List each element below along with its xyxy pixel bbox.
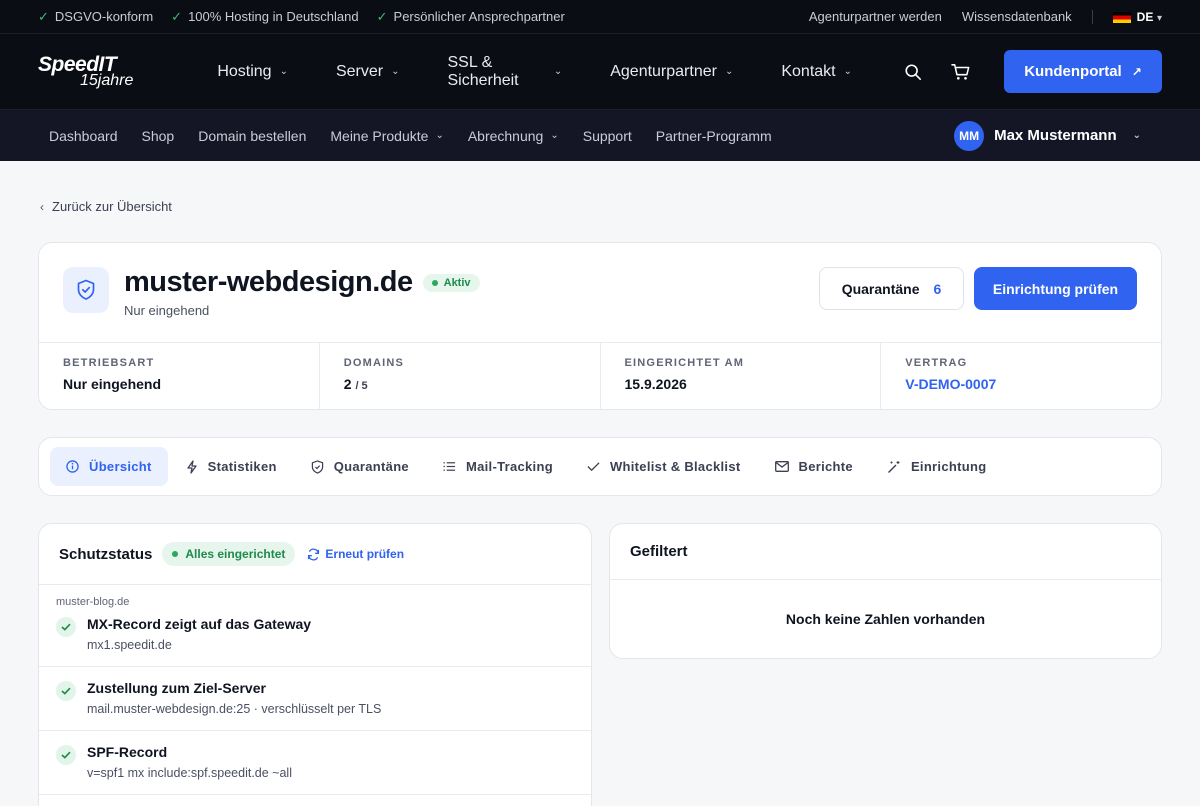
cart-icon[interactable] [948,59,974,85]
check-icon: ✓ [38,8,49,24]
recheck-button[interactable]: Erneut prüfen [307,547,404,561]
page-subtitle: Nur eingehend [124,302,210,318]
tab-whitelist-blacklist[interactable]: Whitelist & Blacklist [571,447,757,486]
check-item-spf: SPF-Record v=spf1 mx include:spf.speedit.… [39,731,591,795]
subnav-partner-program[interactable]: Partner-Programm [656,128,772,144]
nav-hosting[interactable]: Hosting ⌄ [217,54,288,90]
customer-portal-button[interactable]: Kundenportal ↗ [1004,50,1162,93]
chevron-down-icon: ⌄ [550,130,559,141]
tab-overview[interactable]: Übersicht [50,447,168,486]
nav-ssl[interactable]: SSL & Sicherheit ⌄ [447,54,562,90]
portal-subnav: Dashboard Shop Domain bestellen Meine Pr… [0,110,1200,161]
check-circle-icon [56,745,76,765]
check-item-delivery: Zustellung zum Ziel-Server mail.muster-we… [39,667,591,731]
page-title: muster-webdesign.de [124,266,413,298]
stat-contract: VERTRAG V-DEMO-0007 [881,343,1161,410]
envelope-icon [774,461,789,472]
german-flag-icon [1112,12,1131,24]
check-circle-icon [56,617,76,637]
stat-setup-date: EINGERICHTET AM 15.9.2026 [601,343,882,410]
subnav-shop[interactable]: Shop [142,128,175,144]
tab-quarantine[interactable]: Quarantäne [295,447,425,486]
language-switcher[interactable]: DE ▾ [1112,9,1162,24]
check-item-mx: MX-Record zeigt auf das Gateway mx1.speed… [39,608,591,667]
product-header-card: muster-webdesign.de Aktiv Nur eingehend … [38,242,1162,410]
tab-reports[interactable]: Berichte [759,447,869,486]
quarantine-count: 6 [933,280,942,297]
protection-status-card: Schutzstatus Alles eingerichtet Erneut p… [38,523,592,806]
chevron-down-icon: ⌄ [279,66,288,77]
chevron-down-icon: ⌄ [1132,130,1141,141]
top-info-bar: ✓ DSGVO-konform ✓ 100% Hosting in Deutschl… [0,0,1200,34]
check-icon: ✓ [171,8,183,24]
contract-link[interactable]: V-DEMO-0007 [905,376,1137,392]
agency-partner-link[interactable]: Agenturpartner werden [809,9,942,24]
avatar: MM [954,120,985,151]
shield-check-icon [311,459,323,474]
usp-item: ✓ Persönlicher Ansprechpartner [376,8,565,24]
nav-server[interactable]: Server ⌄ [336,54,400,90]
nav-agency[interactable]: Agenturpartner ⌄ [610,54,733,90]
chevron-down-icon: ⌄ [391,66,400,77]
filtered-card: Gefiltert Noch keine Zahlen vorhanden [609,523,1162,659]
list-icon [443,462,456,471]
domain-label: muster-blog.de [56,596,130,608]
chevron-down-icon: ⌄ [843,66,852,77]
lightning-icon [187,459,197,474]
shield-icon [63,267,109,313]
refresh-icon [308,548,320,560]
knowledge-base-link[interactable]: Wissensdatenbank [962,9,1072,24]
check-icon: ✓ [376,8,388,24]
subnav-support[interactable]: Support [583,128,632,144]
search-icon[interactable] [900,59,926,85]
stat-domains: DOMAINS 2 / 5 [320,343,601,410]
quarantine-button[interactable]: Quarantäne 6 [819,267,964,310]
chevron-left-icon: ‹ [40,199,44,214]
check-icon [587,462,600,472]
status-badge: Aktiv [422,273,480,292]
empty-state-text: Noch keine Zahlen vorhanden [785,611,986,627]
main-navigation: SpeedIT 15jahre Hosting ⌄ Server ⌄ SSL & S… [0,34,1200,110]
usp-item: ✓ 100% Hosting in Deutschland [171,8,359,24]
tab-bar: Übersicht Statistiken Quarantäne Mail-Tr… [38,437,1162,496]
caret-down-icon: ▾ [1156,13,1162,24]
check-circle-icon [56,681,76,701]
subnav-my-products[interactable]: Meine Produkte ⌄ [330,128,443,144]
protection-status-title: Schutzstatus [59,545,153,563]
subnav-order-domain[interactable]: Domain bestellen [198,128,306,144]
user-menu[interactable]: MM Max Mustermann ⌄ [954,120,1141,151]
tab-mail-tracking[interactable]: Mail-Tracking [427,447,569,486]
divider [1091,9,1093,24]
chevron-down-icon: ⌄ [435,130,444,141]
chevron-down-icon: ⌄ [724,66,734,77]
chevron-down-icon: ⌄ [553,66,563,77]
check-setup-button[interactable]: Einrichtung prüfen [974,267,1137,310]
external-arrow-icon: ↗ [1131,64,1142,79]
usp-item: ✓ DSGVO-konform [38,8,154,24]
logo[interactable]: SpeedIT 15jahre [38,54,183,89]
stat-mode: BETRIEBSART Nur eingehend [39,343,320,410]
nav-contact[interactable]: Kontakt ⌄ [781,54,852,90]
subnav-billing[interactable]: Abrechnung ⌄ [468,128,559,144]
info-icon [66,460,79,473]
subnav-dashboard[interactable]: Dashboard [49,128,118,144]
status-badge: Alles eingerichtet [162,542,296,566]
tab-statistics[interactable]: Statistiken [170,447,293,486]
user-name: Max Mustermann [994,127,1117,144]
magic-wand-icon [887,460,900,473]
back-link[interactable]: ‹ Zurück zur Übersicht [40,199,1162,214]
tab-setup[interactable]: Einrichtung [871,447,1003,486]
filtered-title: Gefiltert [610,524,1161,580]
